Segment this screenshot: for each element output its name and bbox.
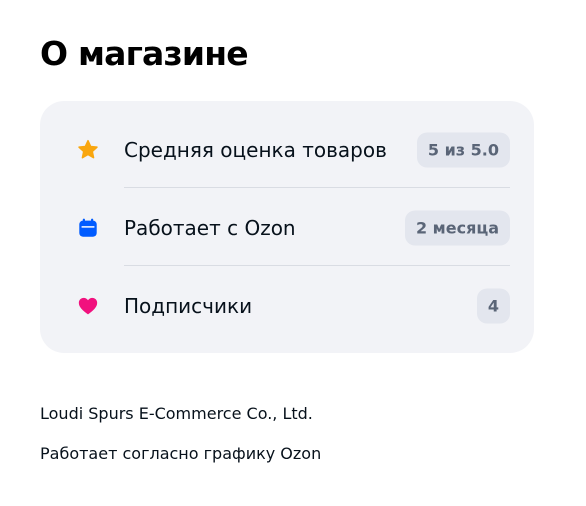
- page-title: О магазине: [40, 34, 249, 73]
- star-icon: [76, 138, 100, 162]
- heart-icon: [76, 294, 100, 318]
- divider: [124, 187, 510, 188]
- stat-value-badge: 5 из 5.0: [416, 132, 510, 168]
- stat-row-rating[interactable]: Средняя оценка товаров 5 из 5.0: [40, 111, 534, 189]
- stat-row-tenure[interactable]: Работает с Ozon 2 месяца: [40, 189, 534, 267]
- schedule-note: Работает согласно графику Ozon: [40, 444, 322, 463]
- store-info-card: Средняя оценка товаров 5 из 5.0 Работает…: [40, 101, 534, 353]
- calendar-icon: [76, 216, 100, 240]
- stat-value-badge: 4: [476, 288, 510, 324]
- stat-label: Средняя оценка товаров: [124, 138, 387, 162]
- divider: [124, 265, 510, 266]
- stat-label: Подписчики: [124, 294, 253, 318]
- company-name: Loudi Spurs E-Commerce Co., Ltd.: [40, 404, 313, 423]
- stat-value-badge: 2 месяца: [404, 210, 510, 246]
- stat-row-subscribers[interactable]: Подписчики 4: [40, 267, 534, 345]
- stat-label: Работает с Ozon: [124, 216, 296, 240]
